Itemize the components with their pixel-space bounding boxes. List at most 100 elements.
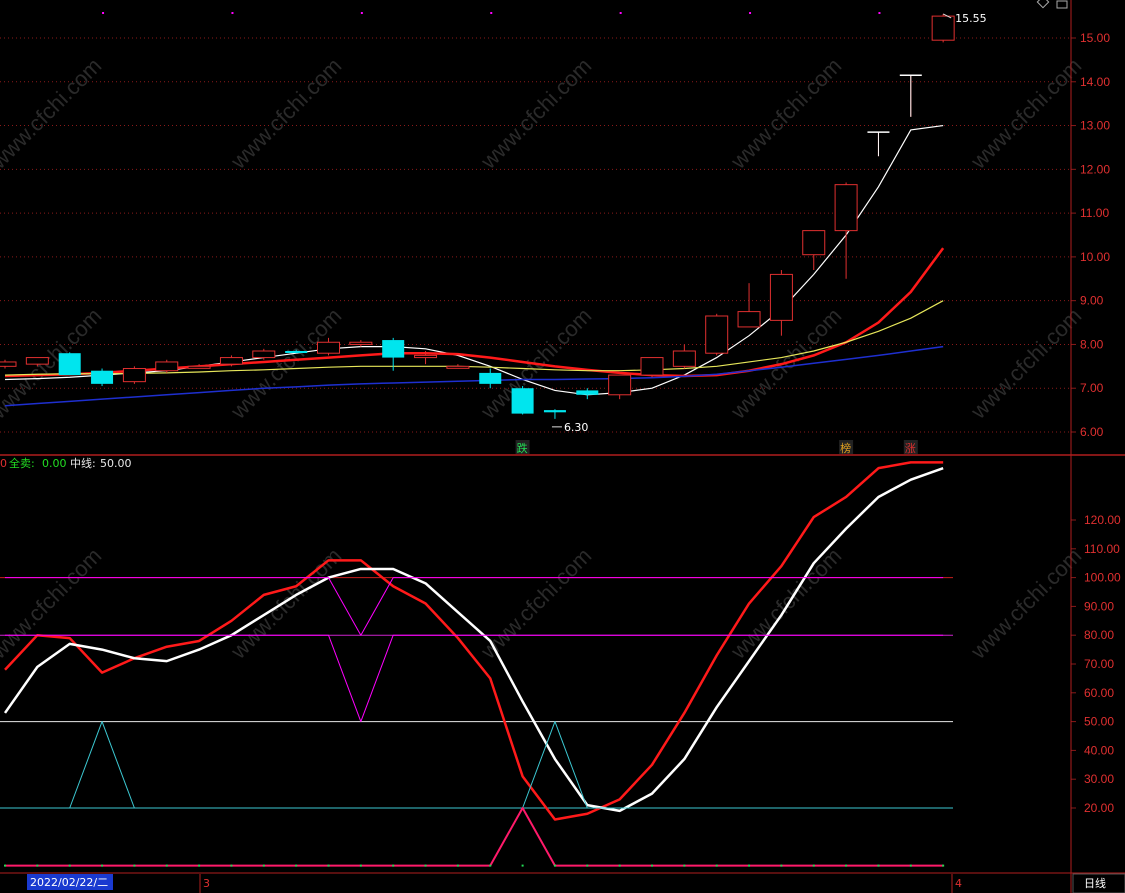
candle-body (58, 353, 81, 376)
indicator-tick-label: 30.00 (1084, 772, 1114, 786)
baseline-dot (489, 864, 492, 867)
baseline-dot (295, 864, 298, 867)
baseline-dot (845, 864, 848, 867)
candle-body (834, 184, 858, 232)
indicator-panel[interactable] (0, 461, 953, 867)
top-marker-dot (749, 12, 752, 14)
baseline-dot (812, 864, 815, 867)
candle-body (252, 350, 276, 359)
indicator-tick-label: 80.00 (1084, 628, 1114, 642)
baseline-dot (327, 864, 330, 867)
baseline-dot (101, 864, 104, 867)
legend-midline-label: 中线: (70, 456, 96, 470)
indicator-series-line (4, 461, 944, 821)
baseline-dot (68, 864, 71, 867)
legend-prefix: 0 (0, 457, 7, 470)
legend-full-sell-value: 0.00 (42, 457, 67, 470)
stock-chart[interactable]: www.cfchi.com www.cfchi.com www.cfchi.com w… (0, 0, 1125, 893)
top-marker-dot (231, 12, 234, 14)
candle-body (349, 341, 373, 345)
indicator-tick-label: 40.00 (1084, 743, 1114, 757)
axis-layer: 6.00 7.00 8.00 9.00 10.00 11.00 12.00 13.00 14.0… (1071, 31, 1121, 815)
baseline-dot (392, 864, 395, 867)
watermark-text: www.cfchi.com (225, 53, 346, 174)
candle-body (705, 315, 729, 354)
candle-body (25, 357, 49, 365)
candle-body (640, 357, 664, 376)
price-tick-label: 15.00 (1080, 31, 1110, 45)
price-tick-label: 9.00 (1080, 294, 1104, 308)
baseline-dot (715, 864, 718, 867)
baseline-dot (456, 864, 459, 867)
baseline-dot (198, 864, 201, 867)
candle-body (608, 374, 632, 396)
baseline-dot (586, 864, 589, 867)
watermark-text: www.cfchi.com (0, 53, 106, 174)
baseline-dot (133, 864, 136, 867)
signal-label: 跌 (517, 441, 528, 455)
candle-body (0, 361, 17, 367)
baseline-dot (359, 864, 362, 867)
price-tick-label: 8.00 (1080, 337, 1104, 351)
candle-body (285, 351, 308, 354)
candle-body (91, 370, 114, 384)
watermark-text: www.cfchi.com (475, 53, 596, 174)
high-price-label: 15.55 (955, 12, 987, 25)
candle-body (187, 365, 211, 369)
baseline-dot (877, 864, 880, 867)
top-marker-dot (360, 12, 363, 14)
legend-midline-value: 50.00 (100, 457, 132, 470)
baseline-dot (230, 864, 233, 867)
top-marker-dot (878, 12, 881, 14)
price-tick-label: 10.00 (1080, 250, 1110, 264)
legend-full-sell-label: 全卖: (9, 456, 35, 470)
low-price-label: 6.30 (564, 421, 589, 434)
watermark-text: www.cfchi.com (0, 543, 106, 664)
baseline-dot (942, 864, 945, 867)
candle-body (479, 372, 502, 384)
watermark-layer: www.cfchi.com www.cfchi.com www.cfchi.com w… (0, 53, 1086, 664)
top-marker-dot (490, 12, 493, 14)
candle-body (737, 311, 761, 328)
date-cursor-label: 2022/02/22/二 (30, 876, 108, 889)
baseline-dot (4, 864, 6, 867)
candle-body (446, 365, 470, 369)
candle-body (122, 368, 146, 383)
month-label-4: 4 (955, 877, 962, 890)
indicator-series-line (5, 721, 944, 809)
indicator-tick-label: 60.00 (1084, 686, 1114, 700)
lock-icon[interactable] (1056, 0, 1068, 9)
indicator-tick-label: 120.00 (1084, 513, 1121, 527)
baseline-dot (36, 864, 39, 867)
diamond-icon[interactable] (1036, 0, 1050, 9)
price-tick-label: 12.00 (1080, 162, 1110, 176)
baseline-dot (262, 864, 265, 867)
candle-body (931, 15, 955, 41)
baseline-dot (683, 864, 686, 867)
indicator-series-line (5, 807, 944, 867)
top-marker-dot (102, 12, 105, 14)
candle-body (382, 340, 405, 358)
baseline-dot (521, 864, 524, 867)
indicator-series-line (5, 634, 944, 723)
watermark-text: www.cfchi.com (965, 53, 1086, 174)
watermark-text: www.cfchi.com (965, 303, 1086, 424)
price-tick-label: 7.00 (1080, 381, 1104, 395)
candle-body (219, 357, 243, 365)
indicator-tick-label: 50.00 (1084, 715, 1114, 729)
candle-body (317, 341, 340, 354)
price-tick-label: 13.00 (1080, 119, 1110, 133)
candle-body (769, 273, 793, 321)
candle-body (543, 410, 566, 413)
indicator-tick-label: 110.00 (1084, 542, 1120, 556)
indicator-tick-label: 70.00 (1084, 657, 1114, 671)
indicator-series-line (3, 466, 944, 813)
candle-body (511, 388, 534, 414)
baseline-dot (780, 864, 783, 867)
price-tick-label: 11.00 (1080, 206, 1109, 220)
signal-label: 涨 (905, 442, 916, 455)
price-tick-label: 6.00 (1080, 425, 1104, 439)
top-marker-dot (619, 12, 622, 14)
watermark-text: www.cfchi.com (725, 53, 846, 174)
period-button-label: 日线 (1084, 876, 1106, 890)
